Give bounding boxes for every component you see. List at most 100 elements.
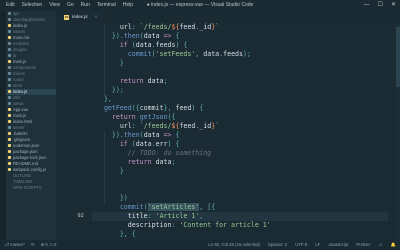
sidebar-item-label: index.html	[13, 119, 33, 124]
status-left-item[interactable]: ⎇ master*	[4, 240, 25, 250]
sidebar-item-label: store	[13, 83, 23, 88]
code-line: return data;	[127, 158, 176, 166]
folder-icon	[8, 84, 11, 88]
sidebar-item-label: main.js	[13, 113, 27, 118]
status-right-item[interactable]: Ln 92, Col 28 (15 selected)	[208, 240, 260, 250]
sidebar-item-label: index.js	[13, 89, 28, 94]
sidebar-item-npm-scripts[interactable]: NPM SCRIPTS	[6, 185, 56, 191]
sidebar-item-label: OUTLINE	[13, 173, 32, 178]
sidebar-item-label: client/app/actions	[13, 17, 46, 22]
menu-help[interactable]: Help	[123, 0, 133, 11]
code-line: }	[119, 59, 124, 67]
vertical-scrollbar[interactable]	[396, 23, 400, 240]
sidebar-item-label: webpack.config.js	[13, 167, 47, 172]
minimize-icon[interactable]: —	[364, 0, 370, 11]
code-line: commit('setFeeds', data.feeds);	[127, 50, 251, 58]
file-icon	[8, 24, 11, 28]
folder-icon	[8, 30, 11, 34]
code-line: commit('setArticles', [{	[119, 203, 216, 211]
menu-edit[interactable]: Edit	[6, 0, 15, 11]
code-editor[interactable]: 92 url: `/feeds/${feed._id}` }).then(dat…	[56, 23, 400, 240]
file-icon	[8, 150, 11, 154]
editor-tabs: JS index.js ×	[56, 11, 400, 23]
explorer-sidebar: api client/app/actions index.js assets main.…	[6, 11, 56, 240]
minimap[interactable]	[388, 23, 396, 240]
code-line: title: 'Article 1',	[127, 212, 204, 220]
status-right-item[interactable]: Spaces: 2	[268, 240, 287, 250]
status-right-item[interactable]: 🔔	[391, 240, 396, 250]
sidebar-item-label: router	[13, 77, 24, 82]
sidebar-item-label: .gitignore	[13, 137, 31, 142]
status-right-item[interactable]: Prettier	[356, 240, 370, 250]
scroll-thumb[interactable]	[396, 27, 400, 87]
code-line: }	[119, 167, 124, 175]
folder-icon	[8, 48, 11, 52]
window-controls: — ☐ ✕	[364, 0, 396, 11]
code-line: }).then(data => {	[111, 32, 180, 40]
folder-icon	[8, 42, 11, 46]
file-icon	[8, 120, 11, 124]
tab-label: index.js	[72, 14, 88, 19]
sidebar-item-label: components	[13, 65, 36, 70]
folder-icon	[8, 102, 11, 106]
status-right-item[interactable]: LF	[315, 240, 320, 250]
folder-icon	[8, 18, 11, 22]
menu-go[interactable]: Go	[67, 0, 74, 11]
sidebar-item-label: api	[13, 11, 19, 16]
folder-icon	[8, 54, 11, 58]
menu-bar: Edit Selection View Go Run Terminal Help	[0, 0, 133, 11]
sidebar-item-label: package.json	[13, 149, 38, 154]
code-line: }, {	[119, 230, 136, 238]
file-icon	[8, 168, 11, 172]
file-icon	[8, 138, 11, 142]
status-left-item[interactable]: ⊗ 0 ⚠ 0	[41, 240, 57, 250]
file-icon	[8, 144, 11, 148]
sidebar-item-label: assets	[13, 29, 26, 34]
file-icon	[8, 162, 11, 166]
code-line: if (data.feeds) {	[119, 41, 188, 49]
sidebar-item-label: main.css	[13, 35, 30, 40]
line-number-current: 92	[77, 213, 84, 219]
close-icon[interactable]: ✕	[391, 0, 396, 11]
code-line: return data;	[119, 77, 168, 85]
tab-index-js[interactable]: JS index.js ×	[56, 11, 107, 23]
status-right-item[interactable]: UTF-8	[295, 240, 307, 250]
status-right-item[interactable]: ☺	[378, 240, 382, 250]
folder-icon	[8, 66, 11, 70]
menu-run[interactable]: Run	[81, 0, 90, 11]
sidebar-item-label: server	[13, 125, 25, 130]
sidebar-item-label: TIMELINE	[13, 179, 33, 184]
folder-icon	[8, 96, 11, 100]
code-content: url: `/feeds/${feed._id}` }).then(data =…	[96, 23, 396, 240]
sidebar-item-label: mixins	[13, 71, 25, 76]
status-right-item[interactable]: JavaScript	[328, 240, 348, 250]
sidebar-item-label: .babelrc	[13, 131, 28, 136]
maximize-icon[interactable]: ☐	[378, 0, 383, 11]
file-icon	[8, 132, 11, 136]
sidebar-item-label: main.js	[13, 59, 27, 64]
file-icon	[8, 174, 11, 177]
file-icon	[8, 36, 11, 40]
sidebar-item-label: README.md	[13, 161, 38, 166]
menu-terminal[interactable]: Terminal	[97, 0, 116, 11]
sidebar-item-label: modules	[13, 41, 29, 46]
folder-icon	[8, 78, 11, 82]
file-icon	[8, 108, 11, 112]
code-line: description: 'Content for article 1'	[127, 221, 271, 229]
file-icon	[8, 60, 11, 64]
line-number-gutter: 92	[56, 23, 88, 240]
file-icon	[8, 186, 11, 189]
sidebar-item-label: nodemon.json	[13, 143, 40, 148]
close-tab-icon[interactable]: ×	[95, 11, 98, 23]
code-line: url: `/feeds/${feed._id}`	[119, 23, 220, 31]
folder-icon	[8, 126, 11, 130]
sidebar-item-label: views	[13, 101, 24, 106]
status-left-item[interactable]: ⟳	[31, 240, 35, 250]
code-line: if (data.err) {	[119, 140, 180, 148]
code-line: })	[119, 194, 128, 202]
folder-icon	[8, 12, 11, 16]
menu-selection[interactable]: Selection	[22, 0, 43, 11]
code-line: return getJson({	[111, 113, 176, 121]
file-icon	[8, 180, 11, 183]
menu-view[interactable]: View	[49, 0, 60, 11]
